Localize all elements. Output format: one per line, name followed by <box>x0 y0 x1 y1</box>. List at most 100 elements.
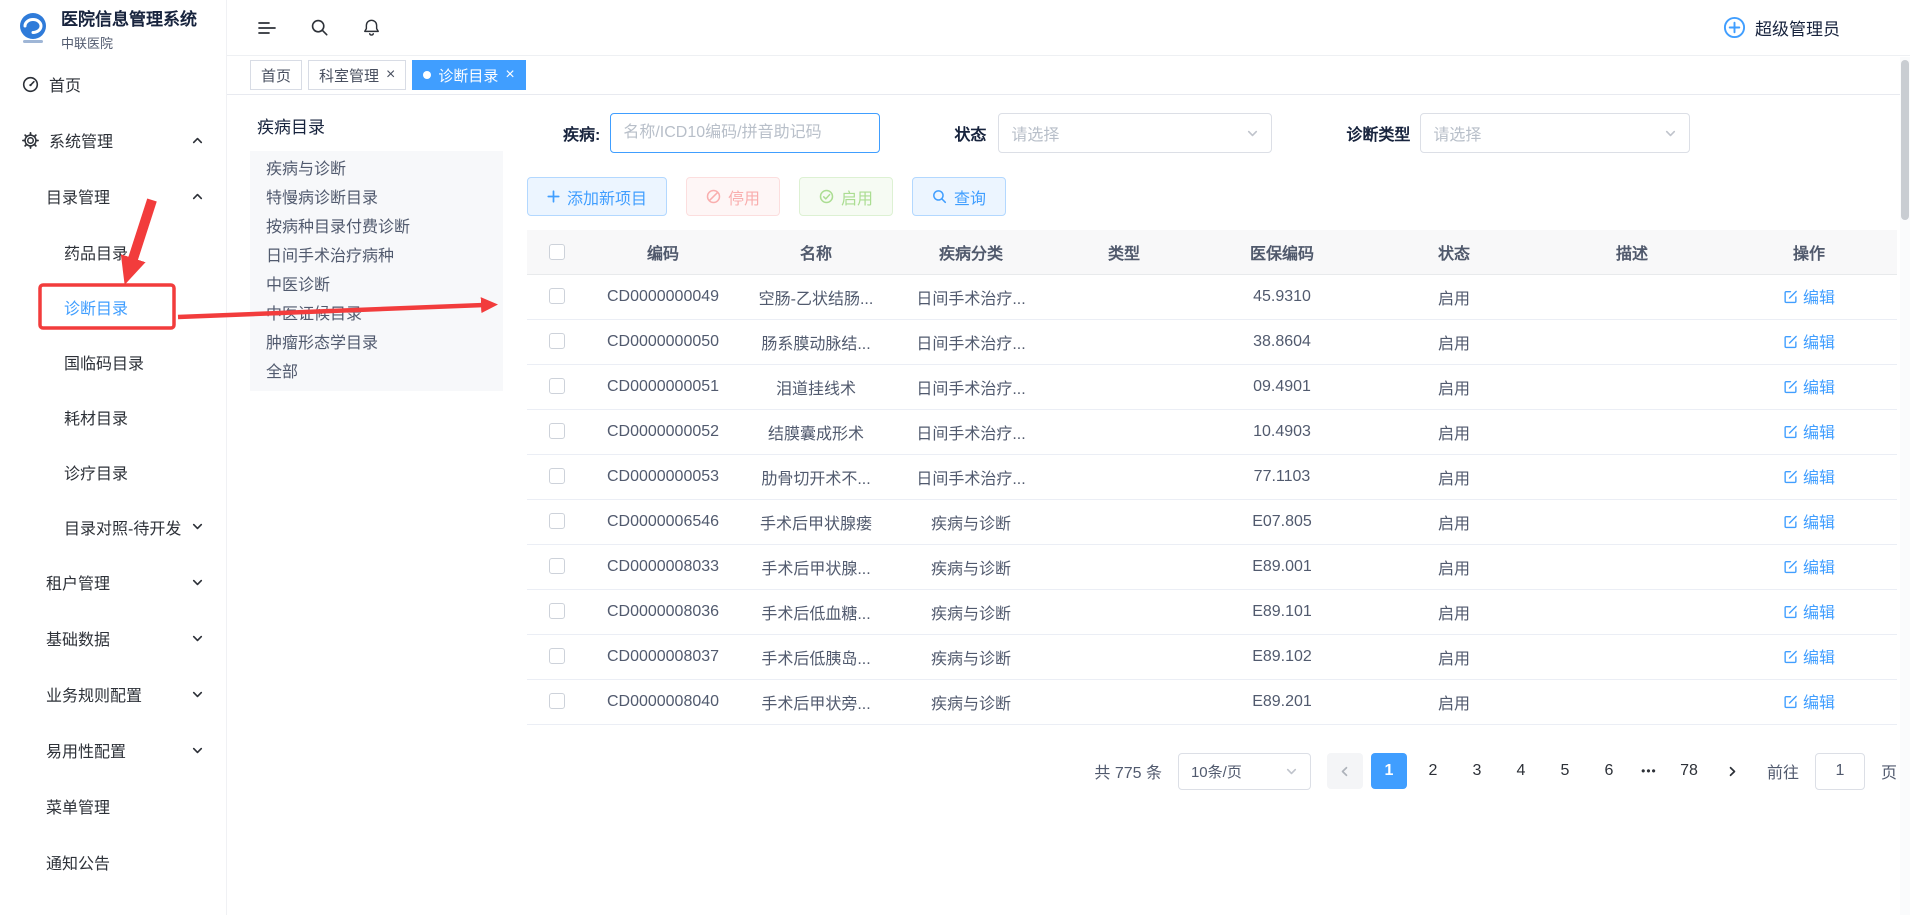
hamburger-icon[interactable] <box>257 20 277 36</box>
page-size-select[interactable]: 10条/页 <box>1178 753 1311 790</box>
sidebar-item[interactable]: 业务规则配置 <box>0 666 226 722</box>
sidebar-item[interactable]: 易用性配置 <box>0 722 226 778</box>
edit-button[interactable]: 编辑 <box>1783 284 1835 308</box>
page-button[interactable]: 1 <box>1371 753 1407 789</box>
sidebar-item[interactable]: 耗材目录 <box>0 389 226 444</box>
add-item-button[interactable]: 添加新项目 <box>527 177 667 216</box>
sidebar-item[interactable]: 首页 <box>0 56 226 112</box>
cell-code: CD0000008033 <box>587 544 739 589</box>
disease-search-input[interactable] <box>610 113 880 153</box>
tab-label: 诊断目录 <box>438 65 498 86</box>
sidebar-item[interactable]: 通知公告 <box>0 834 226 890</box>
page-button[interactable]: 2 <box>1415 753 1451 789</box>
row-checkbox[interactable] <box>549 423 565 439</box>
pagination: 共 775 条 10条/页 123456•••78 前往 页 <box>527 753 1897 790</box>
sidebar-item[interactable]: 诊断目录 <box>0 279 226 334</box>
page-button[interactable]: 6 <box>1591 753 1627 789</box>
edit-button[interactable]: 编辑 <box>1783 464 1835 488</box>
row-checkbox[interactable] <box>549 333 565 349</box>
bell-icon[interactable] <box>362 18 381 37</box>
sidebar-item-label: 诊断目录 <box>64 295 128 319</box>
status-select[interactable]: 请选择 <box>998 113 1272 153</box>
edit-button[interactable]: 编辑 <box>1783 419 1835 443</box>
cell-category: 日间手术治疗... <box>893 454 1049 499</box>
edit-label: 编辑 <box>1803 644 1835 668</box>
sidebar-item-label: 国临码目录 <box>64 350 144 374</box>
close-icon[interactable]: × <box>505 67 514 83</box>
cell-status: 启用 <box>1365 679 1543 724</box>
catalog-item[interactable]: 特慢病诊断目录 <box>250 184 503 213</box>
sidebar-item[interactable]: 目录管理 <box>0 168 226 224</box>
sidebar-item[interactable]: 基础数据 <box>0 610 226 666</box>
sidebar-item-label: 业务规则配置 <box>46 682 142 706</box>
sidebar-item[interactable]: 目录对照-待开发 <box>0 499 226 554</box>
row-checkbox[interactable] <box>549 468 565 484</box>
sidebar-item[interactable]: 国临码目录 <box>0 334 226 389</box>
page-button[interactable]: 4 <box>1503 753 1539 789</box>
tab[interactable]: 首页 <box>250 60 302 90</box>
sidebar-item[interactable]: 菜单管理 <box>0 778 226 834</box>
cell-description <box>1543 274 1721 319</box>
goto-label: 前往 <box>1767 759 1799 783</box>
user-area[interactable]: 超级管理员 <box>1723 15 1840 40</box>
catalog-item[interactable]: 疾病与诊断 <box>250 155 503 184</box>
edit-button[interactable]: 编辑 <box>1783 374 1835 398</box>
cell-code: CD0000000053 <box>587 454 739 499</box>
tab[interactable]: 诊断目录 × <box>412 60 525 90</box>
sidebar-item[interactable]: 租户管理 <box>0 554 226 610</box>
sidebar: 医院信息管理系统 中联医院 首页系统管理目录管理药品目录诊断目录国临码目录耗材目… <box>0 0 227 915</box>
cell-description <box>1543 364 1721 409</box>
row-checkbox[interactable] <box>549 513 565 529</box>
table-row: CD0000000051泪道挂线术日间手术治疗...09.4901启用编辑 <box>527 364 1897 409</box>
row-checkbox[interactable] <box>549 603 565 619</box>
row-checkbox[interactable] <box>549 648 565 664</box>
next-page-button[interactable] <box>1715 753 1751 789</box>
query-button[interactable]: 查询 <box>912 177 1006 216</box>
chevron-down-icon <box>1664 127 1677 140</box>
scrollbar-thumb[interactable] <box>1901 60 1909 220</box>
catalog-item[interactable]: 按病种目录付费诊断 <box>250 213 503 242</box>
select-all-checkbox[interactable] <box>549 244 565 260</box>
chevron-up-icon <box>191 190 204 203</box>
cell-insurance-code: E89.101 <box>1199 589 1365 634</box>
page-button[interactable]: 5 <box>1547 753 1583 789</box>
row-checkbox[interactable] <box>549 558 565 574</box>
cell-category: 日间手术治疗... <box>893 409 1049 454</box>
catalog-item[interactable]: 中医诊断 <box>250 271 503 300</box>
tab[interactable]: 科室管理× <box>308 60 406 90</box>
catalog-item[interactable]: 全部 <box>250 358 503 387</box>
edit-button[interactable]: 编辑 <box>1783 554 1835 578</box>
table-header-row: 编码名称疾病分类类型医保编码状态描述操作 <box>527 230 1897 274</box>
edit-button[interactable]: 编辑 <box>1783 644 1835 668</box>
sidebar-item[interactable]: 药品目录 <box>0 224 226 279</box>
row-checkbox[interactable] <box>549 288 565 304</box>
cell-code: CD0000000050 <box>587 319 739 364</box>
page-button[interactable]: 78 <box>1671 753 1707 789</box>
page-ellipsis[interactable]: ••• <box>1635 764 1663 778</box>
row-checkbox[interactable] <box>549 378 565 394</box>
search-icon[interactable] <box>310 18 329 37</box>
goto-page-input[interactable] <box>1815 753 1865 790</box>
page-button[interactable]: 3 <box>1459 753 1495 789</box>
diagnosis-type-select[interactable]: 请选择 <box>1420 113 1690 153</box>
edit-button[interactable]: 编辑 <box>1783 689 1835 713</box>
edit-button[interactable]: 编辑 <box>1783 329 1835 353</box>
edit-button[interactable]: 编辑 <box>1783 599 1835 623</box>
catalog-item[interactable]: 日间手术治疗病种 <box>250 242 503 271</box>
sidebar-item[interactable]: 诊疗目录 <box>0 444 226 499</box>
disable-button[interactable]: 停用 <box>686 177 780 216</box>
cell-type <box>1049 679 1199 724</box>
row-checkbox[interactable] <box>549 693 565 709</box>
enable-button[interactable]: 启用 <box>799 177 893 216</box>
column-header: 类型 <box>1049 230 1199 274</box>
edit-button[interactable]: 编辑 <box>1783 509 1835 533</box>
diagnosis-type-filter-label: 诊断类型 <box>1346 121 1410 145</box>
close-icon[interactable]: × <box>386 67 395 83</box>
cell-status: 启用 <box>1365 274 1543 319</box>
catalog-item[interactable]: 中医证候目录 <box>250 300 503 329</box>
prev-page-button[interactable] <box>1327 753 1363 789</box>
sidebar-item[interactable]: 系统管理 <box>0 112 226 168</box>
edit-icon <box>1783 334 1798 349</box>
cell-insurance-code: E89.201 <box>1199 679 1365 724</box>
catalog-item[interactable]: 肿瘤形态学目录 <box>250 329 503 358</box>
